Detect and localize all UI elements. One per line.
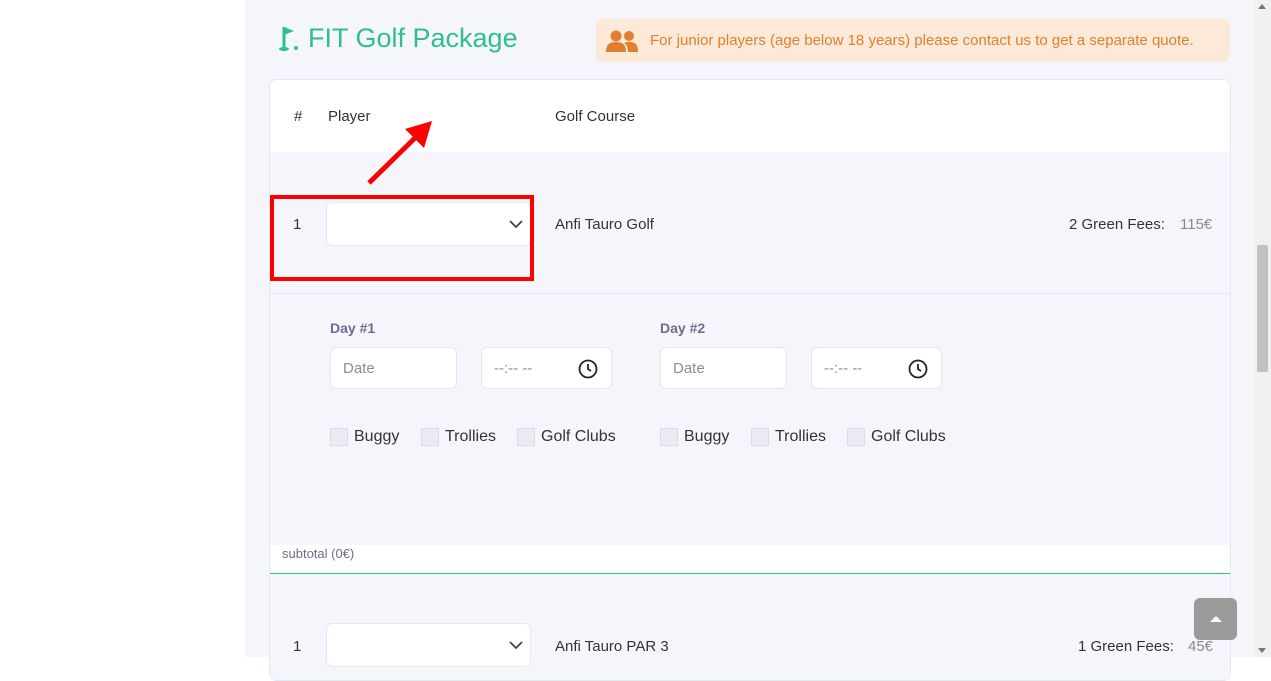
- day-2-date-placeholder: Date: [673, 359, 705, 377]
- page-title-text: FIT Golf Package: [308, 22, 518, 53]
- day-2-date-input[interactable]: Date: [660, 347, 787, 389]
- day-1-date-placeholder: Date: [343, 359, 375, 377]
- junior-notice: For junior players (age below 18 years) …: [596, 19, 1230, 62]
- checkbox-label: Buggy: [354, 428, 400, 445]
- header-golf-course: Golf Course: [555, 108, 636, 125]
- day-1-time-placeholder: --:-- --: [494, 359, 533, 377]
- scroll-to-top-button[interactable]: [1194, 598, 1237, 640]
- arrow-icon: [367, 121, 432, 185]
- clock-icon[interactable]: [578, 359, 598, 379]
- golf-course-name: Anfi Tauro PAR 3: [555, 638, 669, 655]
- users-icon: [606, 30, 638, 52]
- checkbox-label: Trollies: [775, 428, 826, 445]
- page-title: FIT Golf Package: [276, 20, 518, 56]
- table-row: 1 Anfi Tauro PAR 3 1 Green Fees: 45€: [270, 574, 1230, 680]
- day-1-trollies-checkbox[interactable]: Trollies: [421, 428, 496, 446]
- subtotal: subtotal (0€): [282, 546, 355, 561]
- green-fees-label: 1 Green Fees:: [1078, 638, 1174, 655]
- day-2-label: Day #2: [660, 320, 706, 336]
- chevron-down-icon: [509, 641, 523, 650]
- green-fees-label: 2 Green Fees:: [1069, 216, 1165, 233]
- day-1-time-input[interactable]: --:-- --: [481, 347, 612, 389]
- scrollbar-thumb[interactable]: [1257, 245, 1268, 372]
- day-1-golf-clubs-checkbox[interactable]: Golf Clubs: [517, 428, 616, 446]
- checkbox-label: Buggy: [684, 428, 730, 445]
- scroll-down-icon[interactable]: [1258, 648, 1266, 653]
- caret-up-icon: [1209, 616, 1222, 622]
- checkbox-box[interactable]: [330, 428, 348, 446]
- golf-course-name: Anfi Tauro Golf: [555, 216, 654, 233]
- day-2-buggy-checkbox[interactable]: Buggy: [660, 428, 729, 446]
- day-1-date-input[interactable]: Date: [330, 347, 457, 389]
- checkbox-label: Trollies: [445, 428, 496, 445]
- checkbox-box[interactable]: [751, 428, 769, 446]
- highlight-box: [270, 195, 534, 281]
- player-select[interactable]: [326, 623, 531, 667]
- day-1-buggy-checkbox[interactable]: Buggy: [330, 428, 399, 446]
- checkbox-box[interactable]: [847, 428, 865, 446]
- row-number: 1: [293, 638, 302, 655]
- golf-flag-icon: [279, 27, 298, 51]
- scroll-up-icon[interactable]: [1258, 4, 1266, 9]
- header-num: #: [294, 108, 303, 125]
- green-fees-price: 115€: [1180, 216, 1213, 233]
- checkbox-box[interactable]: [517, 428, 535, 446]
- checkbox-label: Golf Clubs: [871, 428, 946, 445]
- day-2-time-input[interactable]: --:-- --: [811, 347, 942, 389]
- day-2-trollies-checkbox[interactable]: Trollies: [751, 428, 826, 446]
- junior-notice-text: For junior players (age below 18 years) …: [650, 32, 1194, 49]
- checkbox-box[interactable]: [421, 428, 439, 446]
- green-fees-price: 45€: [1188, 638, 1214, 655]
- row-divider: [270, 293, 1230, 294]
- scrollbar[interactable]: [1254, 0, 1271, 657]
- day-1-label: Day #1: [330, 320, 376, 336]
- checkbox-box[interactable]: [660, 428, 678, 446]
- checkbox-label: Golf Clubs: [541, 428, 616, 445]
- day-2-golf-clubs-checkbox[interactable]: Golf Clubs: [847, 428, 946, 446]
- day-2-time-placeholder: --:-- --: [824, 359, 863, 377]
- clock-icon[interactable]: [908, 359, 928, 379]
